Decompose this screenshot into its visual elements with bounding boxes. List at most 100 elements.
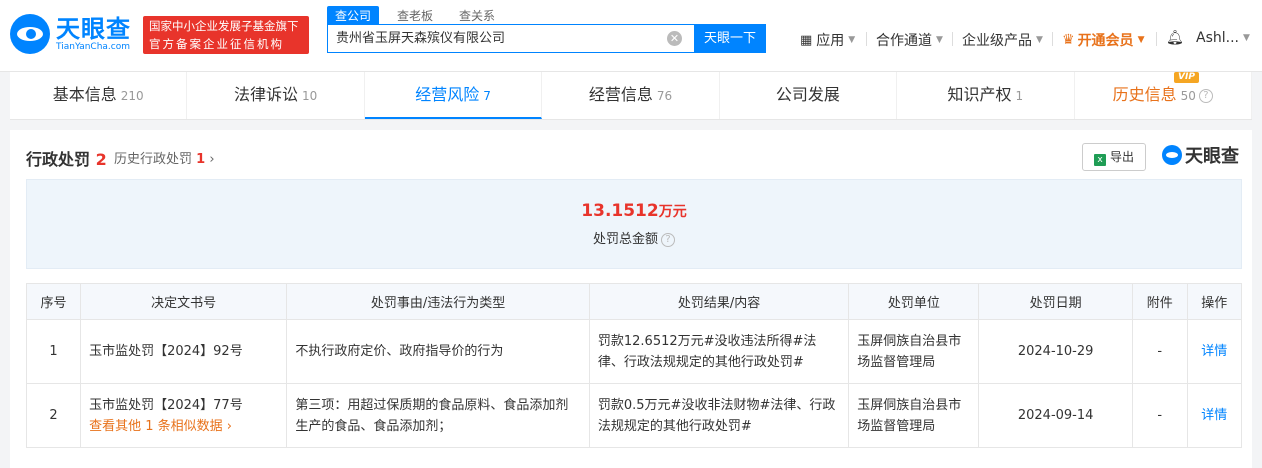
badge-line-1: 国家中小企业发展子基金旗下 — [149, 19, 299, 33]
doc-number: 玉市监处罚【2024】92号 — [80, 319, 288, 384]
tab-legal[interactable]: 法律诉讼 10 — [187, 72, 365, 119]
col-header: 处罚事由/违法行为类型 — [286, 283, 590, 320]
penalty-reason: 第三项：用超过保质期的食品原料、食品添加剂生产的食品、食品添加剂； — [286, 383, 590, 448]
tab-development[interactable]: 公司发展 — [720, 72, 898, 119]
col-header: 序号 — [25, 283, 82, 320]
doc-number-cell: 玉市监处罚【2024】77号 查看其他 1 条相似数据 › — [80, 383, 288, 448]
official-badge: 国家中小企业发展子基金旗下 官方备案企业征信机构 — [143, 16, 309, 54]
penalty-date: 2024-10-29 — [978, 319, 1133, 384]
chevron-down-icon: ▼ — [1036, 35, 1043, 45]
col-header: 操作 — [1186, 283, 1243, 320]
tab-count: 210 — [120, 89, 144, 103]
tab-ip[interactable]: 知识产权 1 — [897, 72, 1075, 119]
penalty-result: 罚款12.6512万元#没收违法所得#法律、行政法规规定的其他行政处罚# — [588, 319, 850, 384]
penalty-summary: 13.1512万元 处罚总金额? — [26, 179, 1242, 269]
bell-icon: 🔔︎ — [1166, 30, 1184, 46]
nav-partner-label: 合作通道 — [876, 33, 932, 49]
divider — [1052, 32, 1053, 46]
vip-badge: VIP — [1174, 72, 1199, 83]
watermark-logo: 天眼查 — [1162, 142, 1239, 168]
col-header: 附件 — [1131, 283, 1188, 320]
search-type-tabs: 查公司 查老板 查关系 — [327, 6, 503, 25]
chevron-down-icon: ▼ — [1242, 33, 1250, 43]
attachment: - — [1131, 319, 1188, 384]
search-tab-boss[interactable]: 查老板 — [389, 6, 441, 25]
doc-number: 玉市监处罚【2024】77号 — [89, 397, 243, 413]
logo-text: 天眼查 — [56, 14, 131, 43]
grid-icon: ▦ — [800, 32, 813, 48]
col-header: 处罚结果/内容 — [588, 283, 850, 320]
detail-link[interactable]: 详情 — [1186, 383, 1243, 448]
tab-count: 50 — [1180, 89, 1196, 103]
tab-basic-info[interactable]: 基本信息 210 — [10, 72, 188, 119]
row-number: 1 — [25, 319, 82, 384]
chevron-down-icon: ▼ — [848, 35, 856, 45]
history-count: 1 — [196, 152, 206, 167]
nav-vip[interactable]: ♛ 开通会员 ▼ — [1062, 30, 1144, 50]
col-header: 处罚日期 — [978, 283, 1133, 320]
tab-label: 法律诉讼 — [233, 85, 298, 104]
divider — [952, 32, 953, 46]
tab-count: 10 — [302, 89, 318, 103]
tab-history[interactable]: VIP 历史信息 50? — [1075, 72, 1252, 119]
nav-apps[interactable]: ▦ 应用 ▼ — [800, 30, 855, 50]
search-tab-company[interactable]: 查公司 — [327, 6, 380, 25]
attachment: - — [1131, 383, 1188, 448]
history-label: 历史行政处罚 — [114, 152, 193, 167]
detail-link[interactable]: 详情 — [1186, 319, 1243, 384]
section-title-text: 行政处罚 — [26, 150, 91, 169]
table-header-row: 序号 决定文书号 处罚事由/违法行为类型 处罚结果/内容 处罚单位 处罚日期 附… — [25, 283, 1243, 320]
penalty-unit: 玉屏侗族自治县市场监督管理局 — [848, 383, 980, 448]
tab-count: 7 — [483, 89, 491, 103]
tab-label: 基本信息 — [52, 85, 117, 104]
tab-count: 1 — [1015, 89, 1024, 103]
tab-business-risk[interactable]: 经营风险 7 — [364, 72, 543, 119]
divider — [1156, 32, 1157, 46]
penalty-panel: 行政处罚 2 历史行政处罚 1 › x 导出 天眼查 13.1512万元 处罚总金… — [10, 130, 1252, 468]
search-tab-relation[interactable]: 查关系 — [451, 6, 503, 25]
export-label: 导出 — [1109, 150, 1134, 164]
tab-label: 公司发展 — [775, 85, 840, 104]
penalty-table: 序号 决定文书号 处罚事由/违法行为类型 处罚结果/内容 处罚单位 处罚日期 附… — [25, 283, 1243, 448]
nav-enterprise[interactable]: 企业级产品 ▼ — [962, 30, 1043, 50]
clear-icon[interactable]: ✕ — [667, 31, 682, 46]
tab-label: 经营信息 — [588, 85, 653, 104]
penalty-result: 罚款0.5万元#没收非法财物#法律、行政法规规定的其他行政处罚# — [588, 383, 850, 448]
nav-notifications[interactable]: 🔔︎ — [1166, 30, 1184, 46]
search-input[interactable]: 贵州省玉屏天森殡仪有限公司 ✕ — [327, 24, 695, 53]
badge-line-2: 官方备案企业征信机构 — [149, 37, 284, 51]
tab-count: 76 — [656, 89, 673, 103]
search-button[interactable]: 天眼一下 — [694, 24, 766, 53]
chevron-down-icon: ▼ — [1137, 35, 1145, 45]
amount-label: 处罚总金额 — [592, 232, 658, 247]
amount-unit: 万元 — [658, 204, 687, 220]
total-amount-label: 处罚总金额? — [27, 228, 1241, 247]
section-count: 2 — [95, 150, 107, 169]
crown-icon: ♛ — [1062, 32, 1075, 48]
history-penalty-link[interactable]: 历史行政处罚 1 › — [114, 148, 215, 167]
similar-data-label: 查看其他 1 条相似数据 — [89, 418, 223, 434]
tab-label: 知识产权 — [947, 85, 1012, 104]
penalty-unit: 玉屏侗族自治县市场监督管理局 — [848, 319, 980, 384]
col-header: 决定文书号 — [80, 283, 288, 320]
excel-icon: x — [1093, 154, 1106, 166]
row-number: 2 — [25, 383, 82, 448]
user-name: Ashl... — [1196, 30, 1239, 46]
help-icon[interactable]: ? — [661, 232, 675, 247]
chevron-down-icon: ▼ — [936, 35, 943, 45]
similar-data-link[interactable]: 查看其他 1 条相似数据 › — [89, 416, 278, 437]
nav-partner[interactable]: 合作通道 ▼ — [876, 30, 943, 50]
export-button[interactable]: x 导出 — [1082, 143, 1146, 171]
eye-logo-icon — [1162, 145, 1182, 165]
tab-business-info[interactable]: 经营信息 76 — [542, 72, 720, 119]
logo[interactable]: 天眼查 TianYanCha.com — [10, 14, 131, 54]
amount-value: 13.1512 — [581, 201, 659, 221]
table-row: 2 玉市监处罚【2024】77号 查看其他 1 条相似数据 › 第三项：用超过保… — [25, 383, 1243, 448]
col-header: 处罚单位 — [848, 283, 980, 320]
nav-apps-label: 应用 — [816, 33, 845, 49]
search-input-value: 贵州省玉屏天森殡仪有限公司 — [336, 31, 506, 46]
help-icon[interactable]: ? — [1198, 88, 1213, 103]
nav-enterprise-label: 企业级产品 — [962, 33, 1032, 49]
penalty-date: 2024-09-14 — [978, 383, 1133, 448]
nav-user[interactable]: Ashl... ▼ — [1196, 30, 1250, 46]
